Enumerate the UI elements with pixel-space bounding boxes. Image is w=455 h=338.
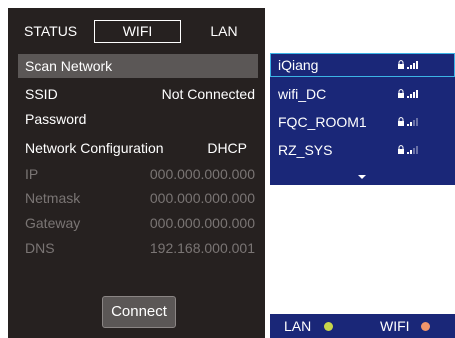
wifi-status-label: WIFI	[380, 318, 410, 334]
gateway-row: Gateway 000.000.000.000	[25, 213, 257, 233]
ip-label: IP	[25, 166, 39, 182]
network-configuration-row[interactable]: Network Configuration DHCP	[25, 138, 257, 158]
connect-button[interactable]: Connect	[102, 296, 176, 328]
lock-icon	[398, 145, 404, 154]
ip-value: 000.000.000.000	[149, 166, 255, 182]
gateway-label: Gateway	[25, 215, 81, 231]
wifi-signal-icon	[398, 145, 418, 154]
connection-status-bar: LAN WIFI	[270, 314, 455, 338]
network-item[interactable]: iQiang	[270, 53, 455, 77]
dns-label: DNS	[25, 240, 55, 256]
network-name: RZ_SYS	[278, 142, 333, 158]
netmask-label: Netmask	[25, 190, 81, 206]
device-settings-screen: STATUS WIFI LAN Scan Network SSID Not Co…	[0, 0, 455, 338]
settings-panel: STATUS WIFI LAN Scan Network SSID Not Co…	[8, 8, 265, 338]
network-configuration-value: DHCP	[207, 140, 247, 156]
password-label: Password	[25, 111, 87, 127]
ssid-value: Not Connected	[161, 86, 255, 102]
tab-wifi[interactable]: WIFI	[94, 20, 181, 43]
lan-status-indicator	[324, 322, 333, 331]
ssid-row[interactable]: SSID Not Connected	[25, 84, 257, 104]
netmask-row: Netmask 000.000.000.000	[25, 188, 257, 208]
ssid-label: SSID	[25, 86, 58, 102]
network-name: wifi_DC	[278, 86, 327, 102]
dns-value: 192.168.000.001	[149, 240, 255, 256]
ip-row: IP 000.000.000.000	[25, 164, 257, 184]
scan-network-button[interactable]: Scan Network	[18, 54, 258, 78]
network-list: iQiang wifi_DC FQC_ROOM1 RZ_SYS	[270, 53, 455, 185]
network-name: iQiang	[278, 57, 319, 73]
network-item[interactable]: RZ_SYS	[270, 138, 455, 162]
lock-icon	[398, 60, 404, 69]
tab-lan[interactable]: LAN	[208, 20, 240, 42]
wifi-signal-icon	[398, 89, 418, 98]
wifi-signal-icon	[398, 117, 418, 126]
dns-row: DNS 192.168.000.001	[25, 238, 257, 258]
lan-status-label: LAN	[284, 318, 312, 334]
netmask-value: 000.000.000.000	[149, 190, 255, 206]
network-item[interactable]: wifi_DC	[270, 82, 455, 106]
lock-icon	[398, 117, 404, 126]
chevron-down-icon[interactable]	[358, 175, 366, 179]
wifi-signal-icon	[398, 60, 418, 69]
tab-status[interactable]: STATUS	[24, 20, 82, 42]
network-item[interactable]: FQC_ROOM1	[270, 110, 455, 134]
wifi-status-indicator	[421, 322, 430, 331]
lock-icon	[398, 89, 404, 98]
gateway-value: 000.000.000.000	[149, 215, 255, 231]
network-name: FQC_ROOM1	[278, 114, 367, 130]
network-configuration-label: Network Configuration	[25, 140, 164, 156]
password-row[interactable]: Password	[25, 109, 257, 129]
